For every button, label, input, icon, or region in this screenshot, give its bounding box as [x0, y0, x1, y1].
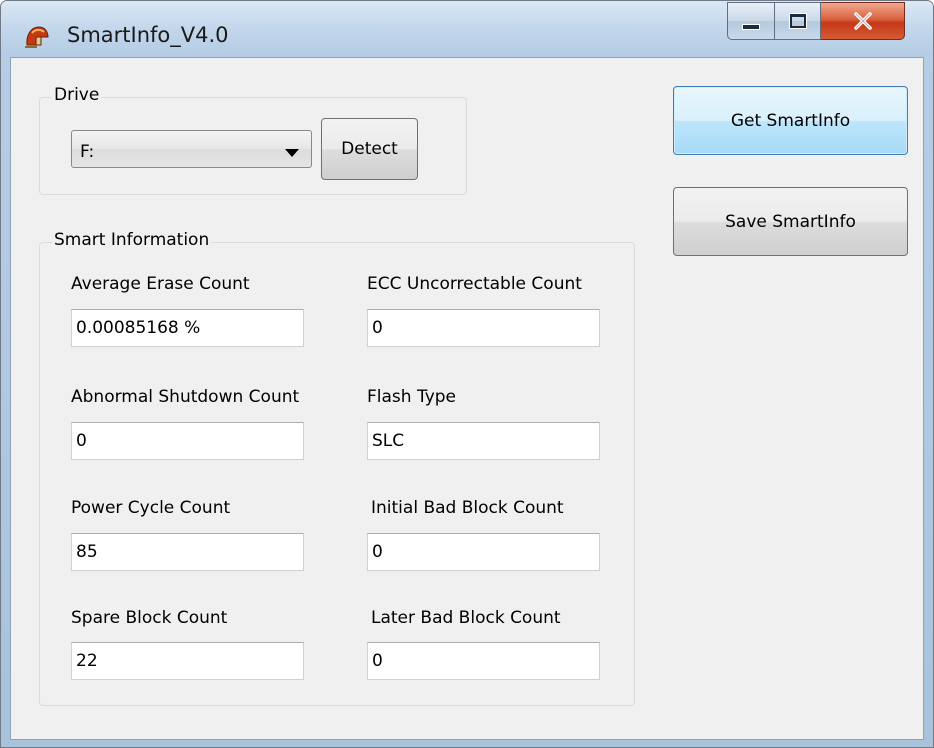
- detect-button[interactable]: Detect: [321, 118, 418, 180]
- average-erase-count-label: Average Erase Count: [71, 274, 250, 294]
- later-bad-block-count-label: Later Bad Block Count: [371, 608, 561, 628]
- drive-select[interactable]: F:: [71, 130, 312, 168]
- abnormal-shutdown-count-label: Abnormal Shutdown Count: [71, 387, 300, 407]
- average-erase-count-field[interactable]: [71, 309, 304, 347]
- maximize-button[interactable]: [775, 2, 821, 40]
- minimize-icon: [742, 24, 760, 30]
- flash-type-label: Flash Type: [367, 387, 457, 407]
- title-bar[interactable]: SmartInfo_V4.0: [1, 1, 933, 57]
- close-button[interactable]: [821, 2, 905, 40]
- flash-type-field[interactable]: [367, 422, 600, 460]
- initial-bad-block-count-label: Initial Bad Block Count: [371, 498, 564, 518]
- close-icon: [853, 12, 872, 30]
- chevron-down-icon: [285, 149, 299, 157]
- caption-buttons: [727, 2, 905, 40]
- drive-select-value: F:: [80, 142, 95, 162]
- maximize-icon: [789, 14, 806, 28]
- spartan-helmet-icon: [25, 26, 49, 48]
- initial-bad-block-count-field[interactable]: [367, 533, 600, 571]
- power-cycle-count-label: Power Cycle Count: [71, 498, 231, 518]
- abnormal-shutdown-count-field[interactable]: [71, 422, 304, 460]
- spare-block-count-field[interactable]: [71, 642, 304, 680]
- ecc-uncorrectable-count-label: ECC Uncorrectable Count: [367, 274, 582, 294]
- power-cycle-count-field[interactable]: [71, 533, 304, 571]
- spare-block-count-label: Spare Block Count: [71, 608, 228, 628]
- save-smartinfo-button[interactable]: Save SmartInfo: [673, 187, 908, 256]
- minimize-button[interactable]: [727, 2, 775, 40]
- ecc-uncorrectable-count-field[interactable]: [367, 309, 600, 347]
- get-smartinfo-button[interactable]: Get SmartInfo: [673, 86, 908, 155]
- drive-group-label: Drive: [52, 85, 102, 105]
- window-title: SmartInfo_V4.0: [67, 23, 229, 47]
- smart-info-group-label: Smart Information: [52, 230, 212, 250]
- app-window: SmartInfo_V4.0 Drive F: Detect Get Smart…: [0, 0, 934, 748]
- later-bad-block-count-field[interactable]: [367, 642, 600, 680]
- client-area: Drive F: Detect Get SmartInfo Save Smart…: [10, 57, 924, 740]
